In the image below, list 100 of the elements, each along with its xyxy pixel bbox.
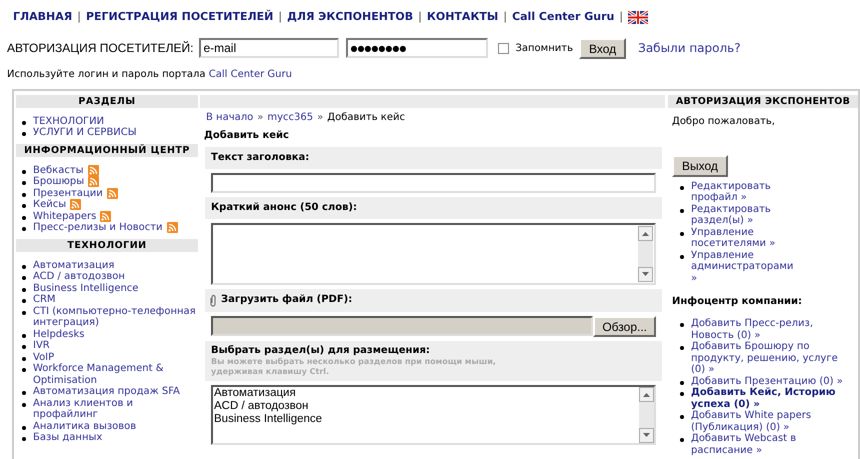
bullet-icon: [22, 192, 26, 196]
bullet-icon: [680, 346, 684, 350]
nav-link[interactable]: Call Center Guru: [512, 9, 614, 26]
bullet-icon: [22, 334, 26, 338]
category-link[interactable]: Аналитика вызовов: [33, 420, 136, 432]
category-link[interactable]: Базы данных: [33, 432, 102, 444]
scrollbar-icon: [638, 226, 653, 282]
category-link[interactable]: Автоматизация: [33, 260, 114, 271]
nav-separator: |: [503, 9, 508, 25]
remember-checkbox[interactable]: [498, 42, 510, 54]
bullet-icon: [22, 437, 26, 441]
account-link[interactable]: Редактировать раздел(ы) »: [691, 204, 792, 226]
bullet-icon: [22, 345, 26, 349]
bullet-icon: [22, 356, 26, 360]
category-link[interactable]: Whitepapers: [33, 210, 96, 222]
password-field[interactable]: ●●●●●●●●: [346, 38, 488, 58]
sections-listbox[interactable]: Автоматизация ACD / автодозвон Business Intelligence: [211, 384, 656, 444]
bullet-icon: [22, 299, 26, 303]
form-label: Текст заголовка:: [205, 146, 662, 168]
form-label: Выбрать раздел(ы) для размещения:: [211, 344, 431, 356]
bullet-icon: [680, 323, 684, 327]
infocenter-link[interactable]: Добавить White papers (Публикация) (0) »: [691, 410, 854, 433]
logout-button[interactable]: Выход: [672, 154, 728, 176]
nav-separator: |: [619, 9, 624, 25]
file-field[interactable]: [211, 316, 594, 336]
category-link[interactable]: Брошюры: [33, 176, 84, 188]
category-link[interactable]: Анализ клиентов и профайлинг: [33, 398, 198, 420]
bullet-icon: [680, 415, 684, 419]
category-link[interactable]: Пресс-релизы и Новости: [33, 222, 163, 234]
title-field[interactable]: [211, 172, 656, 192]
rss-icon: [88, 164, 99, 176]
bullet-icon: [680, 438, 684, 442]
rss-icon: [88, 176, 100, 188]
rss-icon: [106, 188, 118, 199]
category-link[interactable]: Автоматизация продаж SFA: [33, 386, 180, 398]
list-option[interactable]: Business Intelligence: [213, 412, 639, 426]
form-label: Краткий анонс (50 слов):: [205, 196, 662, 218]
infocenter-link[interactable]: Добавить Webcast в расписание »: [691, 433, 854, 456]
nav-link[interactable]: ДЛЯ ЭКСПОНЕНТОВ: [287, 9, 414, 26]
breadcrumb-current: Добавить кейс: [327, 112, 405, 122]
flag-icon[interactable]: [628, 10, 648, 24]
rss-icon: [70, 199, 82, 210]
form-label: Загрузить файл (PDF):: [221, 294, 352, 306]
browse-button[interactable]: Обзор...: [593, 316, 656, 336]
paperclip-icon: [209, 294, 217, 306]
account-link[interactable]: Управление администраторами »: [691, 250, 794, 284]
breadcrumb-link[interactable]: mycc365: [267, 112, 314, 122]
category-link[interactable]: УСЛУГИ И СЕРВИСЫ: [33, 127, 137, 138]
category-link[interactable]: Business Intelligence: [33, 282, 138, 294]
bullet-icon: [22, 216, 26, 220]
summary-textarea[interactable]: [211, 222, 656, 284]
portal-link[interactable]: Call Center Guru: [208, 68, 292, 80]
bullet-icon: [22, 310, 26, 314]
section-header: ТЕХНОЛОГИИ: [16, 238, 198, 252]
infocenter-link[interactable]: Добавить Кейс, Историю успеха (0) »: [691, 387, 854, 410]
nav-separator: |: [77, 9, 81, 25]
login-label: АВТОРИЗАЦИЯ ПОСЕТИТЕЛЕЙ:: [7, 40, 194, 57]
forgot-password-link[interactable]: Забыли пароль?: [638, 39, 741, 57]
nav-link[interactable]: ГЛАВНАЯ: [13, 9, 72, 26]
breadcrumb-separator: »: [317, 112, 324, 122]
infocenter-heading: Инфоцентр компании:: [672, 295, 804, 309]
category-link[interactable]: CRM: [33, 294, 56, 306]
nav-separator: |: [418, 9, 422, 25]
bullet-icon: [22, 426, 26, 430]
category-link[interactable]: CTI (компьютерно-телефонная интеграция): [33, 306, 198, 328]
category-link[interactable]: ТЕХНОЛОГИИ: [33, 116, 104, 127]
breadcrumb-link[interactable]: В начало: [206, 112, 254, 122]
category-link[interactable]: Helpdesks: [33, 328, 85, 340]
bullet-icon: [22, 120, 26, 124]
account-link[interactable]: Управление посетителями »: [691, 226, 792, 250]
bullet-icon: [680, 232, 684, 236]
section-header: ИНФОРМАЦИОННЫЙ ЦЕНТР: [16, 144, 198, 156]
category-link[interactable]: Презентации: [33, 188, 103, 199]
bullet-icon: [22, 276, 26, 280]
category-link[interactable]: Workforce Management & Optimisation: [33, 363, 198, 386]
login-button[interactable]: Вход: [578, 38, 626, 58]
bullet-icon: [680, 392, 684, 396]
infocenter-link[interactable]: Добавить Пресс-релиз, Новость (0) »: [691, 318, 854, 341]
nav-link[interactable]: КОНТАКТЫ: [426, 9, 498, 26]
email-field[interactable]: e-mail: [199, 38, 340, 58]
bullet-icon: [680, 380, 684, 384]
infocenter-link[interactable]: Добавить Брошюру по продукту, решению, услуге (0) »: [691, 341, 854, 376]
nav-link[interactable]: РЕГИСТРАЦИЯ ПОСЕТИТЕЛЕЙ: [86, 9, 274, 26]
infocenter-link[interactable]: Добавить Презентацию (0) »: [691, 376, 843, 387]
rss-icon: [166, 222, 178, 234]
category-link[interactable]: IVR: [33, 340, 50, 352]
category-link[interactable]: Кейсы: [33, 199, 66, 210]
account-link[interactable]: Редактировать профайл »: [691, 180, 792, 204]
bullet-icon: [22, 288, 26, 292]
list-option[interactable]: Автоматизация: [213, 386, 639, 400]
bullet-icon: [22, 170, 26, 174]
bullet-icon: [680, 186, 684, 190]
bullet-icon: [22, 204, 26, 208]
category-link[interactable]: ACD / автодозвон: [33, 271, 125, 282]
remember-label: Запомнить: [515, 42, 573, 56]
login-hint: Используйте логин и пароль портала: [7, 68, 206, 80]
list-option[interactable]: ACD / автодозвон: [213, 400, 639, 412]
bullet-icon: [22, 227, 26, 231]
category-link[interactable]: VoIP: [33, 352, 54, 363]
category-link[interactable]: Вебкасты: [33, 164, 84, 176]
